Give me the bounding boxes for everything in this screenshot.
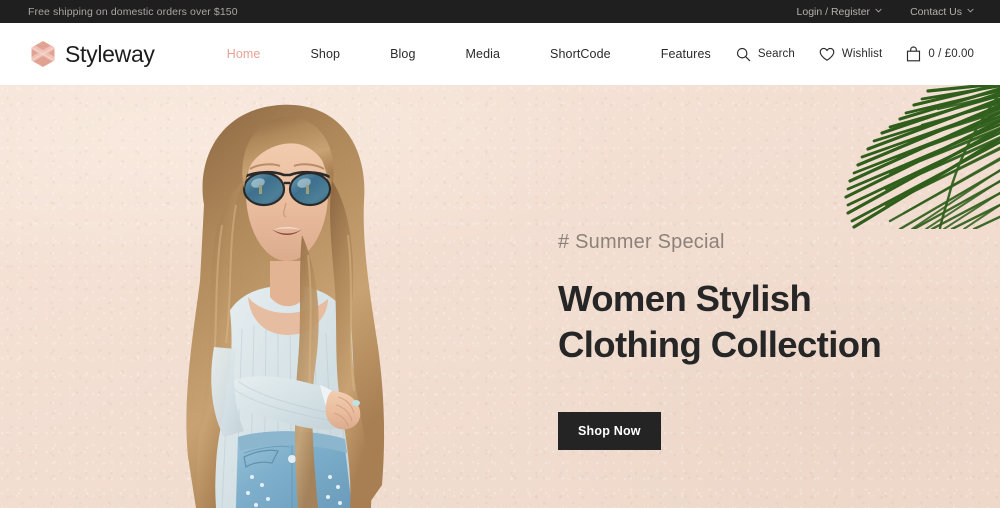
shop-now-button[interactable]: Shop Now [558, 412, 661, 450]
hero-headline-line2: Clothing Collection [558, 324, 882, 365]
hexagon-logo-icon [30, 40, 56, 68]
hero-headline-line1: Women Stylish [558, 278, 812, 319]
shopping-bag-icon [906, 46, 921, 62]
site-header: Styleway Home Shop Blog Media ShortCode … [0, 23, 1000, 85]
cart-button[interactable]: 0 / £0.00 [906, 46, 974, 62]
nav-item-shop[interactable]: Shop [285, 47, 365, 61]
search-label: Search [757, 48, 795, 60]
nav-item-media[interactable]: Media [441, 47, 526, 61]
login-register-label: Login / Register [796, 5, 871, 18]
contact-us-label: Contact Us [910, 5, 962, 18]
announcement-bar: Free shipping on domestic orders over $1… [0, 0, 1000, 23]
brand-logo[interactable]: Styleway [30, 40, 202, 68]
announcement-message: Free shipping on domestic orders over $1… [28, 5, 238, 18]
header-utilities: Search Wishlist 0 / £0.00 [736, 46, 974, 62]
search-icon [736, 47, 751, 62]
nav-item-blog[interactable]: Blog [365, 47, 440, 61]
nav-item-home[interactable]: Home [202, 47, 286, 61]
contact-us-link[interactable]: Contact Us [910, 6, 974, 18]
hero-eyebrow: # Summer Special [558, 231, 725, 253]
chevron-down-icon [875, 7, 882, 14]
hero-content: # Summer Special Women Stylish Clothing … [558, 231, 958, 450]
nav-item-shortcode[interactable]: ShortCode [525, 47, 636, 61]
login-register-link[interactable]: Login / Register [797, 6, 883, 18]
hero-banner: # Summer Special Women Stylish Clothing … [0, 85, 1000, 508]
nav-item-features[interactable]: Features [636, 47, 736, 61]
wishlist-button[interactable]: Wishlist [819, 47, 882, 62]
chevron-down-icon [967, 7, 974, 14]
search-button[interactable]: Search [736, 47, 795, 62]
main-navigation: Home Shop Blog Media ShortCode Features [202, 47, 736, 61]
hero-model-photo [152, 85, 417, 508]
heart-icon [819, 47, 835, 62]
cart-total-label: 0 / £0.00 [928, 48, 974, 60]
brand-name: Styleway [65, 40, 155, 67]
wishlist-label: Wishlist [841, 48, 883, 60]
hero-headline: Women Stylish Clothing Collection [558, 276, 958, 368]
announcement-links: Login / Register Contact Us [797, 6, 974, 18]
